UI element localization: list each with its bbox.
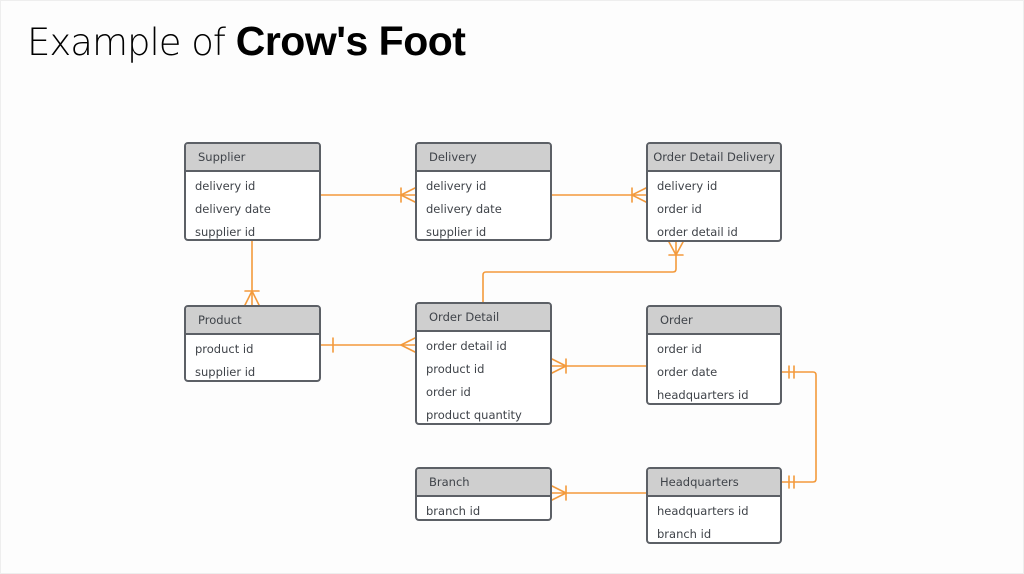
entity-order-detail-delivery[interactable]: Order Detail Delivery delivery id order …	[646, 142, 782, 242]
entity-attribute: branch id	[426, 504, 481, 518]
entity-attribute: product id	[195, 342, 254, 356]
entity-attribute: delivery id	[195, 179, 256, 193]
entity-attribute: order detail id	[426, 339, 507, 353]
entity-branch[interactable]: Branch branch id	[415, 467, 552, 521]
entity-order-detail[interactable]: Order Detail order detail id product id …	[415, 302, 552, 425]
entity-attribute: order id	[426, 385, 471, 399]
entity-header: Product	[186, 307, 319, 335]
entity-attribute: supplier id	[426, 225, 487, 239]
entity-order[interactable]: Order order id order date headquarters i…	[646, 305, 782, 405]
entity-attribute: supplier id	[195, 365, 256, 379]
entity-attribute: order detail id	[657, 225, 738, 239]
entity-attribute: delivery date	[195, 202, 271, 216]
entity-header: Headquarters	[648, 469, 780, 497]
entity-attribute: order date	[657, 365, 718, 379]
entity-attribute: product id	[426, 362, 485, 376]
entity-supplier[interactable]: Supplier delivery id delivery date suppl…	[184, 142, 321, 241]
entity-attribute: branch id	[657, 527, 712, 541]
entity-delivery[interactable]: Delivery delivery id delivery date suppl…	[415, 142, 552, 241]
entity-header: Order Detail	[417, 304, 550, 332]
entity-attribute: order id	[657, 342, 702, 356]
entity-attribute: delivery id	[657, 179, 718, 193]
entity-attribute: product quantity	[426, 408, 522, 422]
entity-header: Order	[648, 307, 780, 335]
title-prefix: Example of	[27, 21, 236, 64]
entity-attribute: headquarters id	[657, 504, 749, 518]
entity-attribute: headquarters id	[657, 388, 749, 402]
entity-attribute: order id	[657, 202, 702, 216]
entity-header: Order Detail Delivery	[648, 144, 780, 172]
entity-header: Delivery	[417, 144, 550, 172]
title-emphasis: Crow's Foot	[235, 18, 466, 64]
entity-attribute: delivery date	[426, 202, 502, 216]
entity-header: Supplier	[186, 144, 319, 172]
slide-title: Example of Crow's Foot	[27, 18, 466, 65]
entity-attribute: supplier id	[195, 225, 256, 239]
entity-product[interactable]: Product product id supplier id	[184, 305, 321, 382]
entity-header: Branch	[417, 469, 550, 497]
entity-headquarters[interactable]: Headquarters headquarters id branch id	[646, 467, 782, 544]
entity-attribute: delivery id	[426, 179, 487, 193]
